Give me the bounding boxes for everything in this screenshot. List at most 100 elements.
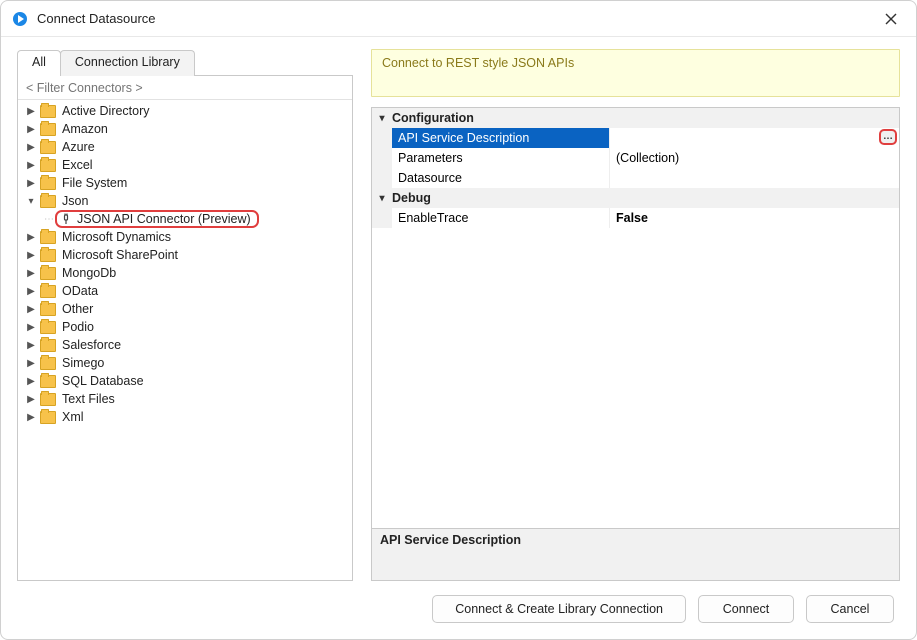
prop-api-service-description[interactable]: API Service Description … [372, 128, 899, 148]
folder-icon [40, 285, 56, 298]
folder-icon [40, 375, 56, 388]
connector-tree[interactable]: ▶Active Directory ▶Amazon ▶Azure ▶Excel … [18, 100, 352, 580]
category-label: Debug [392, 191, 431, 205]
right-pane: Connect to REST style JSON APIs ▾ Config… [371, 49, 900, 581]
filter-input[interactable] [18, 76, 352, 99]
tree-item-podio[interactable]: ▶Podio [18, 318, 352, 336]
chevron-right-icon[interactable]: ▶ [24, 142, 38, 153]
chevron-right-icon[interactable]: ▶ [24, 178, 38, 189]
tree-item-azure[interactable]: ▶Azure [18, 138, 352, 156]
tree-item-microsoft-sharepoint[interactable]: ▶Microsoft SharePoint [18, 246, 352, 264]
chevron-right-icon[interactable]: ▶ [24, 412, 38, 423]
folder-icon [40, 231, 56, 244]
tree-item-odata[interactable]: ▶OData [18, 282, 352, 300]
tree-item-amazon[interactable]: ▶Amazon [18, 120, 352, 138]
tree-item-excel[interactable]: ▶Excel [18, 156, 352, 174]
main-panes: All Connection Library ▶Active Directory… [17, 49, 900, 581]
prop-value[interactable]: … [610, 128, 899, 148]
titlebar: Connect Datasource [1, 1, 916, 37]
ellipsis-button[interactable]: … [879, 129, 897, 145]
chevron-right-icon[interactable]: ▶ [24, 250, 38, 261]
property-grid-box: ▾ Configuration API Service Description … [371, 107, 900, 581]
chevron-right-icon[interactable]: ▶ [24, 358, 38, 369]
prop-name: EnableTrace [392, 208, 610, 228]
chevron-right-icon[interactable]: ▶ [24, 304, 38, 315]
tree-item-salesforce[interactable]: ▶Salesforce [18, 336, 352, 354]
close-button[interactable] [876, 4, 906, 34]
chevron-right-icon[interactable]: ▶ [24, 376, 38, 387]
folder-icon [40, 177, 56, 190]
chevron-right-icon[interactable]: ▶ [24, 340, 38, 351]
property-grid[interactable]: ▾ Configuration API Service Description … [372, 108, 899, 528]
tree-guide-icon: ⋯ [44, 214, 53, 225]
prop-datasource[interactable]: Datasource [372, 168, 899, 188]
tree-item-text-files[interactable]: ▶Text Files [18, 390, 352, 408]
chevron-right-icon[interactable]: ▶ [24, 268, 38, 279]
app-icon [11, 10, 29, 28]
tree-item-microsoft-dynamics[interactable]: ▶Microsoft Dynamics [18, 228, 352, 246]
folder-icon [40, 123, 56, 136]
chevron-right-icon[interactable]: ▶ [24, 322, 38, 333]
left-pane: All Connection Library ▶Active Directory… [17, 49, 353, 581]
info-banner: Connect to REST style JSON APIs [371, 49, 900, 97]
folder-icon [40, 105, 56, 118]
dialog-window: Connect Datasource All Connection Librar… [0, 0, 917, 640]
prop-value[interactable] [610, 168, 899, 188]
prop-parameters[interactable]: Parameters (Collection) [372, 148, 899, 168]
filter-connectors[interactable] [18, 76, 352, 100]
prop-value-input[interactable] [616, 131, 899, 145]
dialog-buttons: Connect & Create Library Connection Conn… [17, 581, 900, 629]
prop-name: Parameters [392, 148, 610, 168]
tree-item-label: JSON API Connector (Preview) [77, 212, 251, 226]
folder-icon [40, 195, 56, 208]
tab-connection-library[interactable]: Connection Library [60, 50, 195, 76]
chevron-right-icon[interactable]: ▶ [24, 106, 38, 117]
folder-icon [40, 411, 56, 424]
folder-icon [40, 321, 56, 334]
selected-highlight: JSON API Connector (Preview) [55, 210, 259, 228]
cancel-button[interactable]: Cancel [806, 595, 894, 623]
tree-item-xml[interactable]: ▶Xml [18, 408, 352, 426]
tree-item-active-directory[interactable]: ▶Active Directory [18, 102, 352, 120]
folder-icon [40, 267, 56, 280]
chevron-down-icon[interactable]: ▾ [372, 113, 392, 124]
chevron-right-icon[interactable]: ▶ [24, 160, 38, 171]
folder-icon [40, 303, 56, 316]
property-description-title: API Service Description [380, 533, 891, 547]
connector-icon [59, 212, 73, 226]
prop-name: Datasource [392, 168, 610, 188]
chevron-down-icon[interactable]: ▾ [372, 193, 392, 204]
property-description: API Service Description [372, 528, 899, 580]
connector-tree-box: ▶Active Directory ▶Amazon ▶Azure ▶Excel … [17, 75, 353, 581]
folder-icon [40, 339, 56, 352]
folder-icon [40, 393, 56, 406]
connect-create-library-button[interactable]: Connect & Create Library Connection [432, 595, 686, 623]
dialog-body: All Connection Library ▶Active Directory… [1, 37, 916, 639]
tree-item-simego[interactable]: ▶Simego [18, 354, 352, 372]
chevron-right-icon[interactable]: ▶ [24, 286, 38, 297]
dialog-title: Connect Datasource [37, 11, 876, 26]
category-debug[interactable]: ▾ Debug [372, 188, 899, 208]
prop-value[interactable]: False [610, 208, 899, 228]
connect-button[interactable]: Connect [698, 595, 794, 623]
chevron-right-icon[interactable]: ▶ [24, 124, 38, 135]
prop-value[interactable]: (Collection) [610, 148, 899, 168]
tree-item-json[interactable]: ▾Json [18, 192, 352, 210]
tree-item-other[interactable]: ▶Other [18, 300, 352, 318]
info-banner-text: Connect to REST style JSON APIs [382, 56, 574, 70]
folder-icon [40, 141, 56, 154]
chevron-right-icon[interactable]: ▶ [24, 232, 38, 243]
chevron-right-icon[interactable]: ▶ [24, 394, 38, 405]
prop-name: API Service Description [392, 128, 610, 148]
tree-item-json-api-connector[interactable]: ⋯ JSON API Connector (Preview) [18, 210, 352, 228]
tree-item-sql-database[interactable]: ▶SQL Database [18, 372, 352, 390]
prop-enable-trace[interactable]: EnableTrace False [372, 208, 899, 228]
tabstrip: All Connection Library [17, 49, 353, 75]
tree-item-mongodb[interactable]: ▶MongoDb [18, 264, 352, 282]
tab-all[interactable]: All [17, 50, 61, 76]
folder-icon [40, 249, 56, 262]
category-configuration[interactable]: ▾ Configuration [372, 108, 899, 128]
folder-icon [40, 357, 56, 370]
tree-item-file-system[interactable]: ▶File System [18, 174, 352, 192]
chevron-down-icon[interactable]: ▾ [24, 196, 38, 207]
